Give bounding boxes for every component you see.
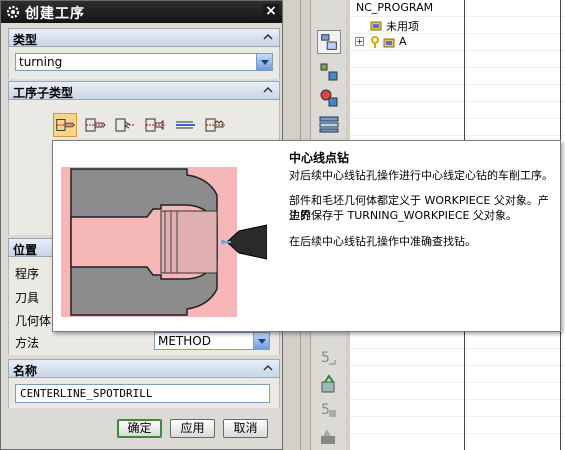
geometry-label: 几何体 [15,314,52,328]
table-row[interactable] [350,119,565,136]
chevron-up-icon[interactable] [261,83,275,97]
table-row[interactable] [350,434,565,450]
program-group-icon [383,38,395,48]
system-materials-icon[interactable]: 5 [317,398,341,422]
operation-navigator-icon[interactable] [317,30,341,54]
nav-item-label: A [399,35,407,48]
centerline-drill-icon[interactable] [83,113,107,137]
method-select-value: METHOD [158,334,211,348]
chevron-up-icon[interactable] [261,30,275,44]
chevron-up-icon[interactable] [261,361,275,375]
type-section-label: 类型 [13,33,38,47]
table-row[interactable] [350,51,565,68]
nav-root-label: NC_PROGRAM [356,1,434,14]
location-section-label: 位置 [13,243,38,257]
type-section-body: turning [8,47,280,79]
type-select[interactable]: turning [15,53,273,71]
ok-button[interactable]: 确定 [117,419,162,438]
table-row[interactable] [350,400,565,417]
method-select[interactable]: METHOD [154,332,270,350]
dialog-title: 创建工序 [25,6,85,22]
program-group-icon [370,21,382,31]
tooltip-geometry-note-2: 边界保存于 TURNING_WORKPIECE 父对象。 [289,209,517,222]
list-item[interactable]: + A [350,34,565,51]
table-row[interactable] [350,366,565,383]
apply-button[interactable]: 应用 [170,419,215,438]
tooltip-usage-note: 在后续中心线钻孔操作中准确查找钻。 [289,235,476,248]
table-row[interactable] [350,85,565,102]
method-label: 方法 [15,336,40,350]
type-select-value: turning [19,55,63,69]
centerline-ream-icon[interactable] [173,113,197,137]
subtype-section-header[interactable]: 工序子类型 [8,81,280,100]
chevron-down-icon[interactable] [256,54,272,70]
close-button[interactable]: × [263,4,279,20]
centerline-peckdrill-icon[interactable] [113,113,137,137]
table-row[interactable] [350,383,565,400]
tooltip-description: 对后续中心线钻孔操作进行中心线定心钻的车削工序。 [289,169,553,182]
cancel-button[interactable]: 取消 [223,419,268,438]
table-row[interactable] [350,332,565,349]
table-row[interactable] [350,102,565,119]
tool-label: 刀具 [15,291,40,305]
assembly-navigator-icon[interactable] [317,112,341,136]
expand-icon[interactable]: + [355,37,364,46]
gear-icon[interactable] [5,4,21,20]
table-row[interactable] [350,68,565,85]
key-icon [371,36,379,48]
nav-root-row[interactable]: NC_PROGRAM [350,0,565,17]
close-icon: × [265,3,277,19]
centerline-spotdrill-icon[interactable] [53,113,77,137]
operation-name-input[interactable]: CENTERLINE_SPOTDRILL [15,384,270,403]
machine-tool-navigator-icon[interactable] [317,60,341,84]
subtype-tooltip: 中心线点钻 对后续中心线钻孔操作进行中心线定心钻的车削工序。 部件和毛坯几何体都… [52,140,561,332]
type-section-header[interactable]: 类型 [8,28,280,47]
palette-icon[interactable] [317,424,341,448]
centerline-breakchip-icon[interactable] [143,113,167,137]
svg-text:5: 5 [321,402,330,418]
name-section-header[interactable]: 名称 [8,359,280,378]
subtype-section-label: 工序子类型 [13,86,74,100]
svg-text:5: 5 [321,350,330,366]
list-item[interactable]: 未用项 [350,17,565,34]
tooltip-title: 中心线点钻 [289,151,350,165]
program-label: 程序 [15,267,40,281]
table-row[interactable] [350,349,565,366]
dialog-titlebar[interactable]: 创建工序 × [1,1,282,23]
chevron-down-icon[interactable] [253,333,269,349]
name-section-label: 名称 [13,364,38,378]
table-row[interactable] [350,417,565,434]
history-icon[interactable]: 5 [317,346,341,370]
spotdrill-illustration [61,167,267,317]
nav-item-label: 未用项 [386,20,419,33]
part-navigator-icon[interactable] [317,86,341,110]
roles-icon[interactable] [317,372,341,396]
centerline-tapping-icon[interactable] [203,113,227,137]
